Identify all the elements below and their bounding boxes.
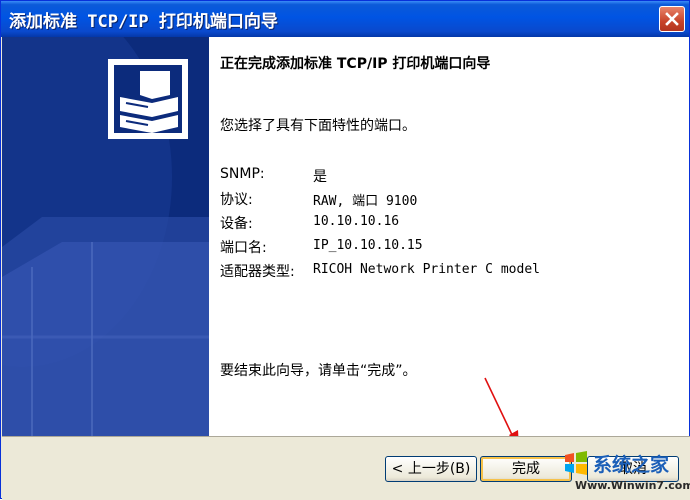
back-button[interactable]: < 上一步(B) bbox=[385, 456, 477, 482]
close-button[interactable] bbox=[659, 6, 685, 32]
close-icon bbox=[665, 12, 679, 26]
annotation-arrow bbox=[484, 377, 519, 436]
watermark-url: Www.Winwin7.com bbox=[575, 479, 690, 492]
wizard-content: 正在完成添加标准 TCP/IP 打印机端口向导 您选择了具有下面特性的端口。 S… bbox=[209, 37, 689, 436]
windows-logo-icon bbox=[565, 451, 587, 475]
printer-banner-graphic bbox=[2, 37, 209, 436]
site-watermark: 系统之家 Www.Winwin7.com bbox=[561, 448, 690, 498]
printer-icon bbox=[108, 59, 188, 139]
wizard-side-banner bbox=[2, 37, 209, 436]
finish-button[interactable]: 完成 bbox=[480, 456, 572, 482]
wizard-window: 添加标准 TCP/IP 打印机端口向导 正在完成添加标准 TCP/IP 打印机端… bbox=[0, 0, 690, 500]
watermark-brand: 系统之家 bbox=[593, 454, 670, 476]
window-title: 添加标准 TCP/IP 打印机端口向导 bbox=[9, 12, 278, 32]
title-bar[interactable]: 添加标准 TCP/IP 打印机端口向导 bbox=[1, 1, 689, 37]
